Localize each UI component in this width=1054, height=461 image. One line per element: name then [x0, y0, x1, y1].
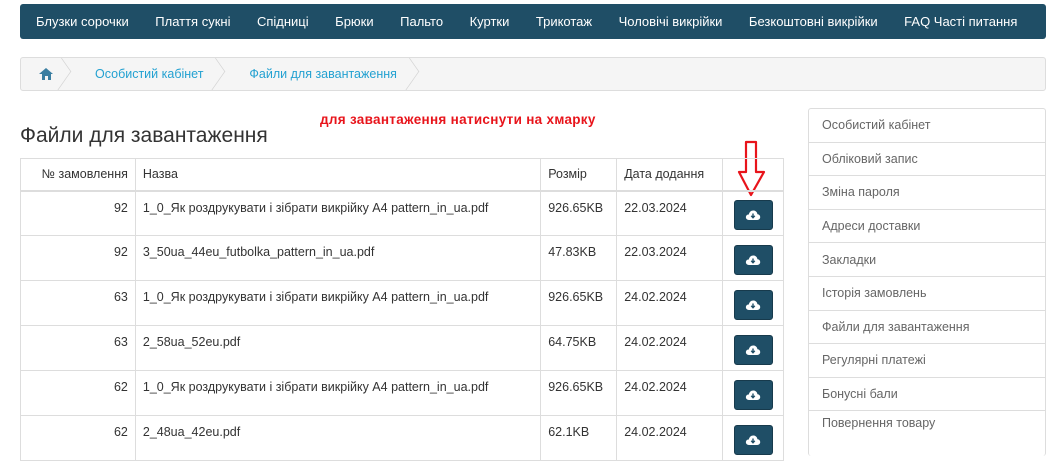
- nav-item-mens-patterns[interactable]: Чоловічі викрійки: [619, 14, 723, 29]
- order-number: 62: [20, 370, 136, 416]
- cloud-download-icon: [745, 345, 761, 355]
- cloud-download-icon: [745, 300, 761, 310]
- nav-item-blouses[interactable]: Блузки сорочки: [36, 14, 129, 29]
- date-added: 24.02.2024: [616, 325, 724, 371]
- table-row: 92 1_0_Як роздрукувати і зібрати викрійк…: [20, 190, 784, 236]
- sidebar-item-bookmarks[interactable]: Закладки: [809, 243, 1045, 277]
- file-size: 47.83KB: [540, 235, 618, 281]
- file-size: 926.65KB: [540, 280, 618, 326]
- home-icon: [39, 68, 53, 80]
- order-number: 63: [20, 280, 136, 326]
- sidebar-item-change-password[interactable]: Зміна пароля: [809, 176, 1045, 210]
- date-added: 24.02.2024: [616, 370, 724, 416]
- date-added: 24.02.2024: [616, 415, 724, 461]
- order-number: 63: [20, 325, 136, 371]
- nav-item-jackets[interactable]: Куртки: [470, 14, 510, 29]
- nav-item-knitwear[interactable]: Трикотаж: [536, 14, 592, 29]
- order-number: 92: [20, 190, 136, 236]
- main-navbar: Блузки сорочки Плаття сукні Спідниці Брю…: [20, 4, 1046, 39]
- file-name: 1_0_Як роздрукувати і зібрати викрійку А…: [134, 190, 542, 236]
- header-order-number: № замовлення: [20, 158, 136, 192]
- account-sidebar: Особистий кабінет Обліковий запис Зміна …: [808, 108, 1046, 457]
- header-name: Назва: [134, 158, 542, 192]
- download-button[interactable]: [733, 290, 773, 320]
- breadcrumb-downloads[interactable]: Файли для завантаження: [229, 58, 422, 90]
- download-button[interactable]: [733, 245, 773, 275]
- sidebar-item-returns[interactable]: Повернення товару: [809, 411, 1045, 456]
- sidebar-item-profile[interactable]: Обліковий запис: [809, 143, 1045, 177]
- file-name: 2_58ua_52eu.pdf: [134, 325, 542, 371]
- cloud-download-icon: [745, 210, 761, 221]
- file-name: 3_50ua_44eu_futbolka_pattern_in_ua.pdf: [134, 235, 542, 281]
- header-action: [722, 158, 784, 192]
- table-row: 62 1_0_Як роздрукувати і зібрати викрійк…: [20, 370, 784, 416]
- sidebar-item-addresses[interactable]: Адреси доставки: [809, 210, 1045, 244]
- file-name: 1_0_Як роздрукувати і зібрати викрійку А…: [134, 280, 542, 326]
- date-added: 22.03.2024: [616, 190, 724, 236]
- sidebar-item-account[interactable]: Особистий кабінет: [809, 109, 1045, 143]
- file-name: 1_0_Як роздрукувати і зібрати викрійку А…: [134, 370, 542, 416]
- nav-item-dresses[interactable]: Плаття сукні: [155, 14, 230, 29]
- file-size: 64.75KB: [540, 325, 618, 371]
- sidebar-item-downloads[interactable]: Файли для завантаження: [809, 311, 1045, 345]
- sidebar-item-recurring-payments[interactable]: Регулярні платежі: [809, 344, 1045, 378]
- file-size: 926.65KB: [540, 370, 618, 416]
- header-date: Дата додання: [616, 158, 724, 192]
- table-header-row: № замовлення Назва Розмір Дата додання: [20, 158, 784, 192]
- file-size: 926.65KB: [540, 190, 618, 236]
- date-added: 24.02.2024: [616, 280, 724, 326]
- sidebar-item-order-history[interactable]: Історія замовлень: [809, 277, 1045, 311]
- date-added: 22.03.2024: [616, 235, 724, 281]
- nav-item-free-patterns[interactable]: Безкоштовні викрійки: [749, 14, 878, 29]
- downloads-table: № замовлення Назва Розмір Дата додання 9…: [20, 158, 784, 461]
- nav-item-coats[interactable]: Пальто: [400, 14, 443, 29]
- order-number: 92: [20, 235, 136, 281]
- sidebar-item-bonus-points[interactable]: Бонусні бали: [809, 378, 1045, 412]
- file-name: 2_48ua_42eu.pdf: [134, 415, 542, 461]
- breadcrumb: Особистий кабінет Файли для завантаження: [20, 57, 1046, 91]
- breadcrumb-account[interactable]: Особистий кабінет: [75, 58, 229, 90]
- download-button[interactable]: [733, 380, 773, 410]
- file-size: 62.1KB: [540, 415, 618, 461]
- download-button[interactable]: [733, 425, 773, 455]
- nav-item-trousers[interactable]: Брюки: [335, 14, 373, 29]
- download-hint-annotation: для завантаження натиснути на хмарку: [320, 112, 596, 127]
- cloud-download-icon: [745, 435, 761, 445]
- nav-item-skirts[interactable]: Спідниці: [257, 14, 309, 29]
- table-row: 62 2_48ua_42eu.pdf 62.1KB 24.02.2024: [20, 415, 784, 461]
- page-title: Файли для завантаження: [20, 124, 268, 147]
- table-row: 92 3_50ua_44eu_futbolka_pattern_in_ua.pd…: [20, 235, 784, 281]
- order-number: 62: [20, 415, 136, 461]
- breadcrumb-home[interactable]: [21, 58, 75, 90]
- download-button[interactable]: [733, 335, 773, 365]
- header-size: Розмір: [540, 158, 618, 192]
- download-button[interactable]: [733, 200, 773, 231]
- cloud-download-icon: [745, 255, 761, 265]
- nav-item-faq[interactable]: FAQ Часті питання: [904, 14, 1017, 29]
- cloud-download-icon: [745, 390, 761, 400]
- table-row: 63 2_58ua_52eu.pdf 64.75KB 24.02.2024: [20, 325, 784, 371]
- table-row: 63 1_0_Як роздрукувати і зібрати викрійк…: [20, 280, 784, 326]
